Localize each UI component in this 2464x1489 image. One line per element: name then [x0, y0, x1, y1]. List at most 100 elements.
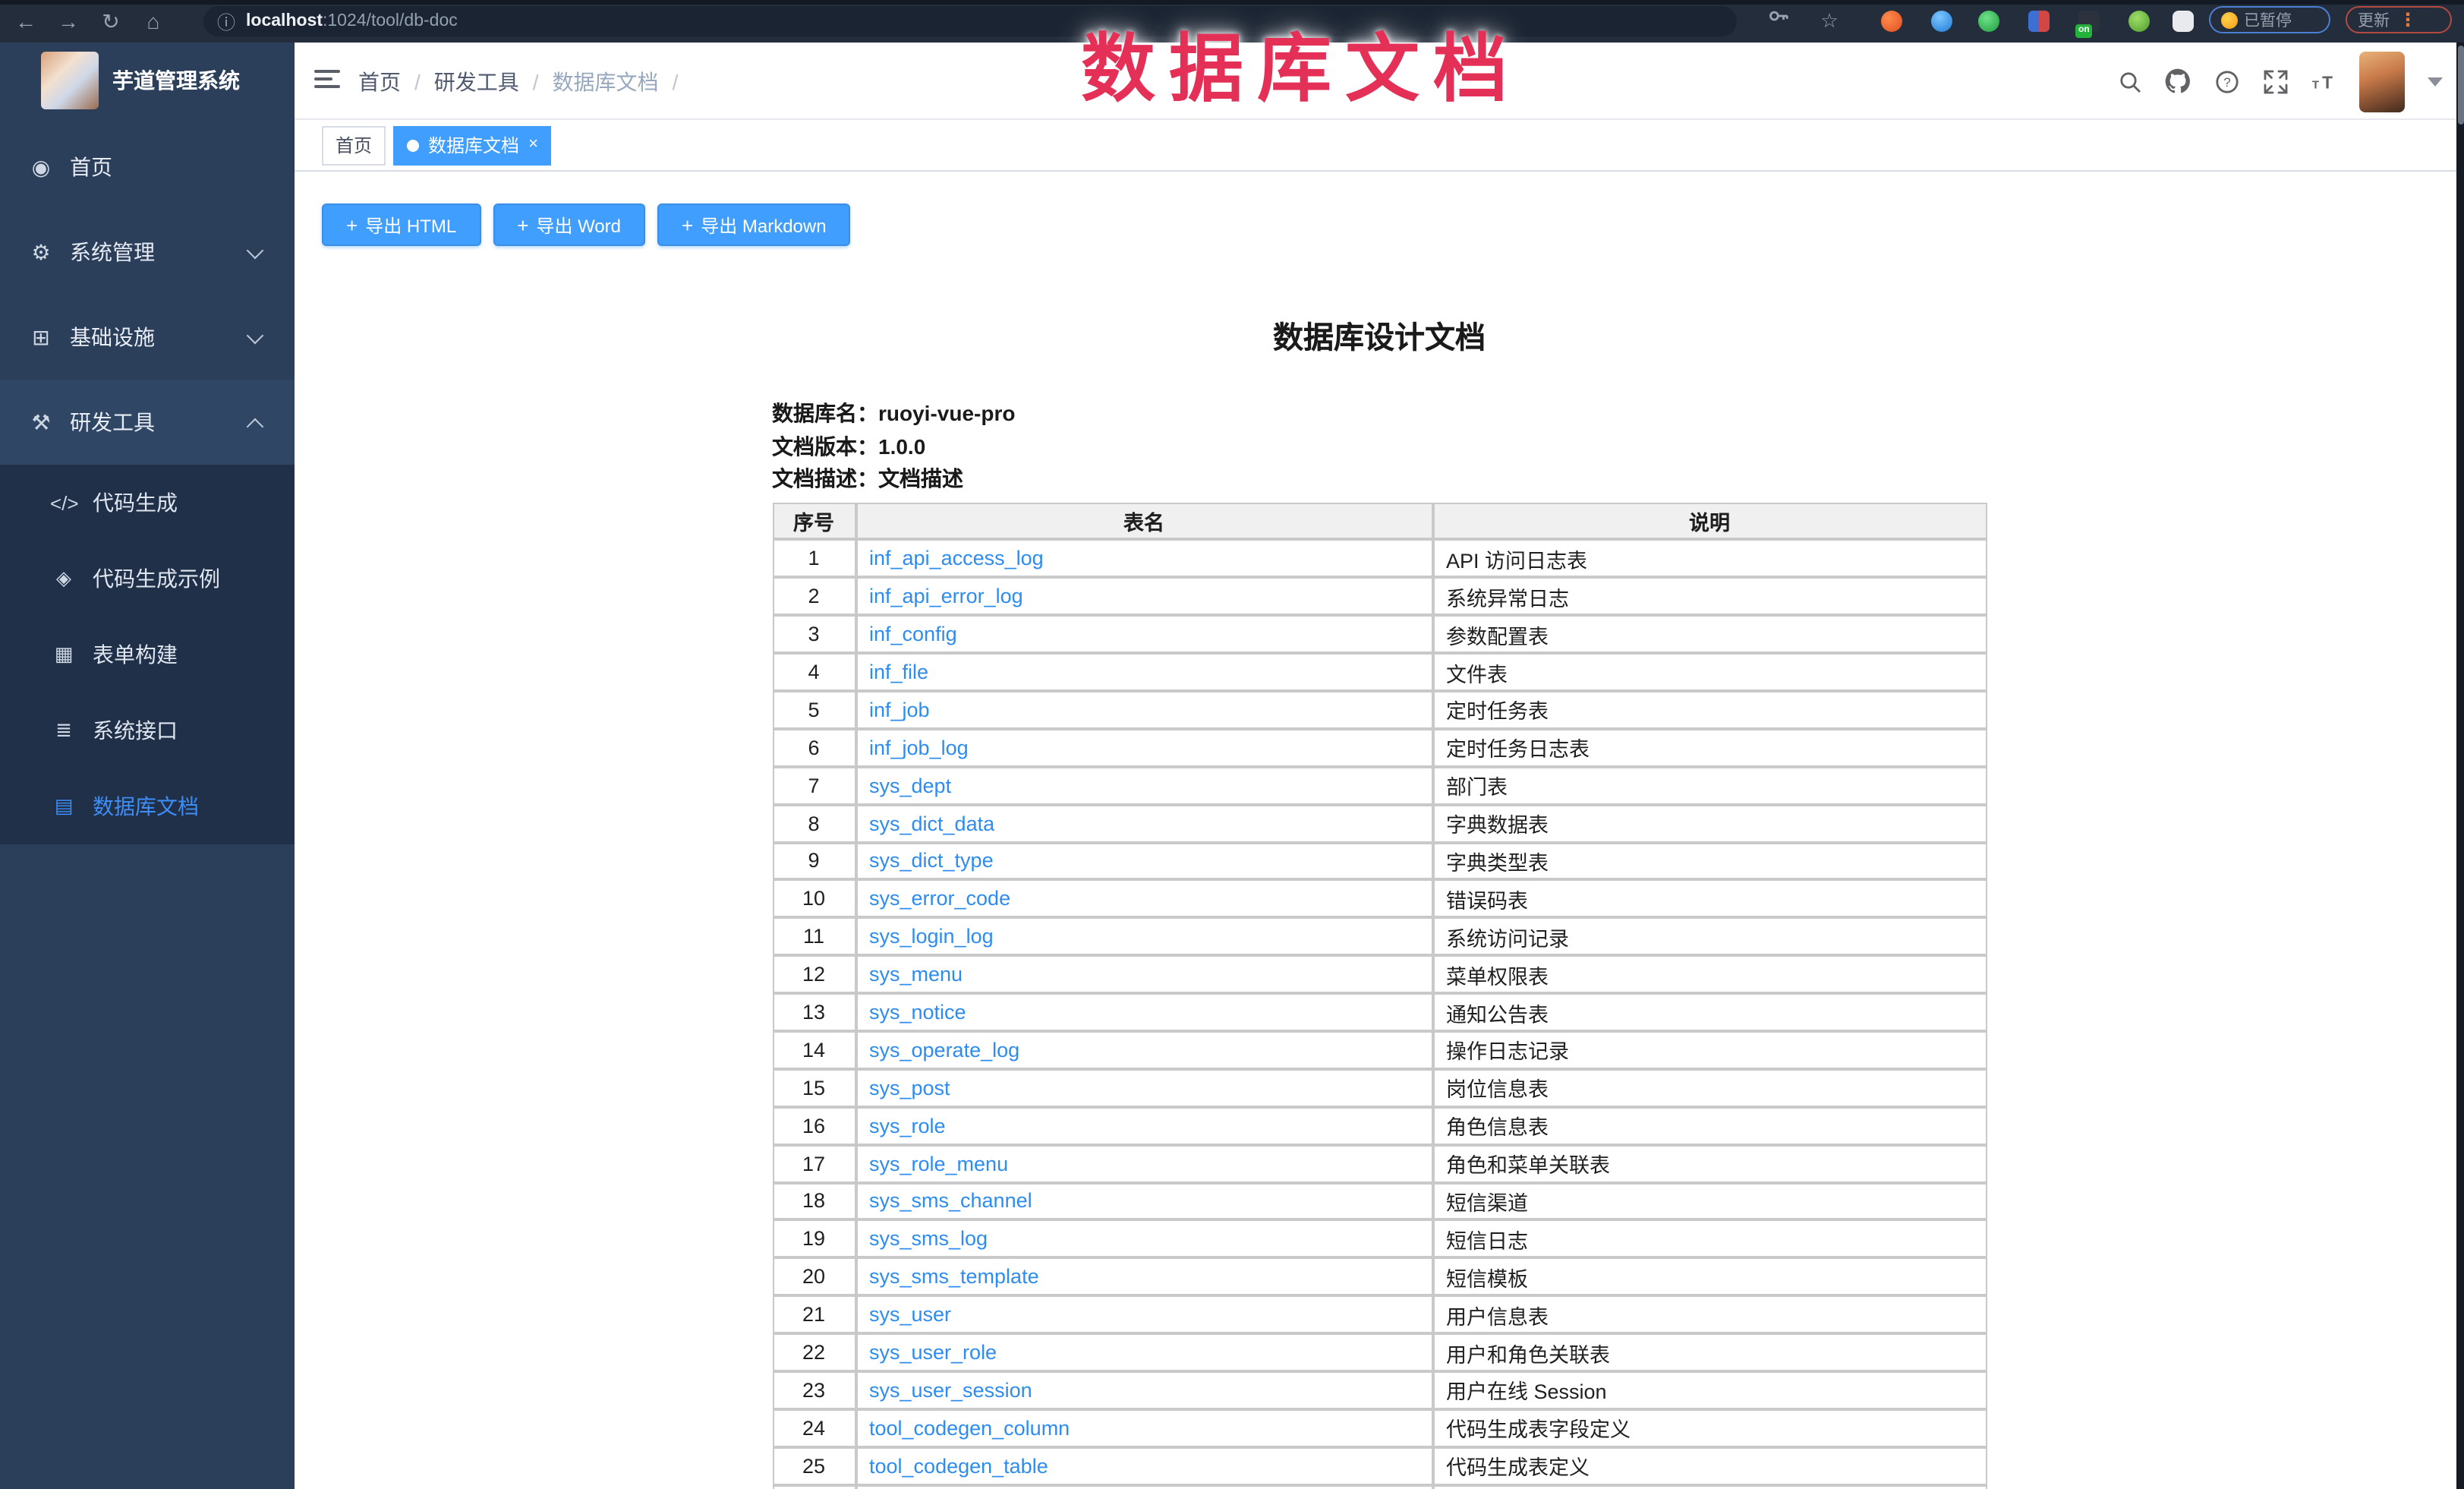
breadcrumb-item[interactable]: 数据库文档 / [553, 66, 692, 96]
browser-update-pill[interactable]: 更新 ⋮ [2346, 6, 2452, 33]
table-name-link[interactable]: sys_sms_log [869, 1228, 988, 1251]
browser-home-icon[interactable]: ⌂ [137, 5, 170, 38]
extension-icon-on[interactable]: on [2078, 11, 2100, 32]
breadcrumb-item[interactable]: 首页 / [358, 66, 434, 96]
export-toolbar: + 导出 HTML + 导出 Word + 导出 Markdown [322, 203, 2464, 246]
table-name-link[interactable]: inf_api_access_log [869, 547, 1044, 570]
extensions-puzzle-icon[interactable] [2173, 11, 2194, 32]
sidebar-submenu-item[interactable]: ▦ 表单构建 [0, 617, 295, 692]
sidebar-submenu-item[interactable]: ≣ 系统接口 [0, 692, 295, 768]
scrollbar-thumb[interactable] [2457, 46, 2463, 125]
search-icon[interactable] [2116, 68, 2142, 94]
key-icon[interactable] [1761, 5, 1794, 38]
extension-icon-1[interactable] [1881, 11, 1902, 32]
table-name-link[interactable]: tool_codegen_table [869, 1454, 1048, 1477]
table-name-link[interactable]: sys_user_role [869, 1341, 997, 1364]
browser-forward-icon[interactable]: → [52, 5, 85, 38]
help-icon[interactable]: ? [2214, 68, 2239, 94]
browser-reload-icon[interactable]: ↻ [94, 5, 128, 38]
row-description: 错误码表 [1432, 880, 1987, 918]
table-name-link[interactable]: sys_sms_template [869, 1266, 1039, 1289]
table-name-link[interactable]: sys_user_session [869, 1379, 1032, 1402]
menu-item-label: 研发工具 [70, 407, 155, 437]
browser-back-icon[interactable]: ← [9, 5, 43, 38]
user-menu-caret-icon[interactable] [2428, 77, 2443, 86]
sidebar-submenu-item[interactable]: </> 代码生成 [0, 465, 295, 541]
table-name-link[interactable]: tool_codegen_column [869, 1417, 1070, 1440]
table-name-link[interactable]: sys_error_code [869, 888, 1010, 910]
doc-meta-line: 文档版本：1.0.0 [772, 431, 1987, 463]
table-name-link[interactable]: sys_login_log [869, 925, 994, 948]
table-name-link[interactable]: sys_user [869, 1303, 951, 1326]
font-size-icon[interactable]: TT [2311, 68, 2336, 94]
table-name-link[interactable]: sys_dict_type [869, 850, 994, 872]
github-icon[interactable] [2165, 68, 2191, 94]
row-description: API 访问日志表 [1432, 540, 1987, 578]
table-name-link[interactable]: inf_job [869, 699, 930, 721]
tools-icon: ⚒ [27, 409, 55, 435]
shield-check-icon: ◈ [50, 566, 77, 591]
table-name-link[interactable]: inf_config [869, 623, 957, 645]
bookmark-star-icon[interactable]: ☆ [1813, 5, 1846, 38]
tab-close-icon[interactable]: × [528, 137, 538, 153]
table-row: 19 sys_sms_log 短信日志 [772, 1220, 1987, 1258]
export-button[interactable]: + 导出 Markdown [657, 203, 851, 246]
fullscreen-icon[interactable] [2262, 68, 2288, 94]
row-description: 字典类型表 [1432, 842, 1987, 880]
row-number: 25 [772, 1447, 855, 1485]
table-name-link[interactable]: sys_menu [869, 963, 963, 986]
table-name-link[interactable]: sys_dict_data [869, 812, 994, 834]
row-description: 短信日志 [1432, 1220, 1987, 1258]
row-description: 定时任务日志表 [1432, 729, 1987, 767]
sidebar-submenu-item[interactable]: ◈ 代码生成示例 [0, 541, 295, 617]
breadcrumb-item[interactable]: 研发工具 / [434, 66, 553, 96]
site-info-icon[interactable]: ⓘ [217, 8, 235, 34]
table-name-link[interactable]: inf_file [869, 661, 928, 683]
view-tab[interactable]: 首页 [322, 125, 386, 165]
row-description: 菜单权限表 [1432, 955, 1987, 993]
view-tab[interactable]: 数据库文档 × [393, 125, 552, 165]
extension-icon-2[interactable] [1931, 11, 1952, 32]
sidebar-logo-row[interactable]: 芋道管理系统 [0, 43, 295, 118]
row-number: 9 [772, 842, 855, 880]
row-number: 16 [772, 1107, 855, 1145]
sidebar-menu-item[interactable]: ⚙ 系统管理 [0, 210, 295, 295]
export-button[interactable]: + 导出 Word [493, 203, 645, 246]
profile-paused-pill[interactable]: 已暂停 [2209, 6, 2330, 33]
sidebar-menu-item[interactable]: ⊞ 基础设施 [0, 295, 295, 380]
table-name-link[interactable]: sys_role [869, 1114, 946, 1137]
browser-menu-icon[interactable]: ⋮ [2399, 9, 2417, 30]
sidebar-toggle-icon[interactable] [314, 70, 340, 91]
plus-icon: + [517, 213, 528, 236]
extension-icon-5[interactable] [2128, 11, 2150, 32]
export-button[interactable]: + 导出 HTML [322, 203, 481, 246]
user-avatar[interactable] [2359, 51, 2405, 112]
table-name-link[interactable]: sys_post [869, 1077, 950, 1099]
menu-item-label: 首页 [70, 152, 112, 182]
table-name-link[interactable]: sys_notice [869, 1001, 966, 1024]
row-number: 22 [772, 1333, 855, 1371]
table-name-link[interactable]: inf_api_error_log [869, 585, 1023, 607]
page-scrollbar[interactable] [2456, 43, 2464, 1489]
row-description: 角色和菜单关联表 [1432, 1144, 1987, 1182]
extension-icon-3[interactable] [1978, 11, 1999, 32]
row-description: 字典数据表 [1432, 804, 1987, 842]
table-row: 8 sys_dict_data 字典数据表 [772, 804, 1987, 842]
table-row: 2 inf_api_error_log 系统异常日志 [772, 578, 1987, 616]
table-name-link[interactable]: sys_operate_log [869, 1039, 1019, 1062]
menu-item-label: 系统管理 [70, 237, 155, 267]
api-icon: ≣ [50, 718, 77, 743]
table-name-link[interactable]: sys_role_menu [869, 1152, 1008, 1175]
table-name-link[interactable]: sys_sms_channel [869, 1190, 1032, 1213]
table-name-link[interactable]: sys_dept [869, 774, 951, 797]
row-number: 1 [772, 540, 855, 578]
sidebar-menu-item[interactable]: ◉ 首页 [0, 125, 295, 210]
address-bar[interactable]: ⓘ localhost:1024/tool/db-doc [203, 6, 1737, 36]
sidebar-submenu-item[interactable]: ▤ 数据库文档 [0, 768, 295, 844]
table-name-link[interactable]: inf_job_log [869, 737, 969, 759]
row-description: 通知公告表 [1432, 993, 1987, 1031]
extension-icon-4[interactable] [2028, 11, 2050, 32]
sidebar-menu: ◉ 首页 ⚙ 系统管理 ⊞ 基础设施 [0, 125, 295, 844]
sidebar-menu-item[interactable]: ⚒ 研发工具 [0, 380, 295, 465]
row-number: 10 [772, 880, 855, 918]
